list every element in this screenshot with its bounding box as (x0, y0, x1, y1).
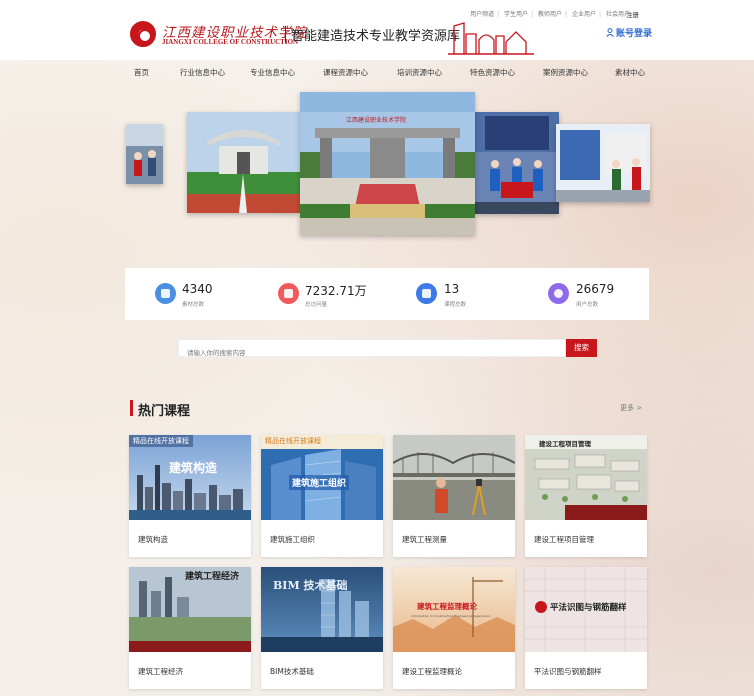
link-enterprise-user[interactable]: 企业用户 (572, 9, 596, 18)
stat-courses-label: 课程总数 (444, 302, 467, 308)
course-thumbnail: 精品在线开放课程 建筑构造 (129, 435, 251, 520)
nav-training-resources[interactable]: 培训资源中心 (397, 67, 442, 78)
user-channel-links: 用户频道 | 学生用户 | 教师用户 | 企业用户 | 社会用户 | (470, 9, 635, 18)
course-card-building-construction[interactable]: 精品在线开放课程 建筑构造 建筑构造 (129, 435, 251, 557)
course-thumbnail: 建筑工程经济 (129, 567, 251, 652)
course-thumb-title: 建筑构造 (169, 461, 218, 475)
course-name: 建设工程项目管理 (534, 535, 594, 544)
nav-industry-info[interactable]: 行业信息中心 (180, 67, 225, 78)
course-thumb-title: BIM 技术基础 (273, 579, 348, 592)
carousel-slide-stadium[interactable] (187, 112, 300, 213)
nav-home[interactable]: 首页 (134, 67, 149, 78)
course-thumbnail: 平法识图与钢筋翻样 (525, 567, 647, 652)
user-icon (606, 28, 614, 37)
carousel-slide-campus-gate[interactable]: 江西建设职业技术学院 (300, 92, 475, 235)
school-name-en: JIANGXI COLLEGE OF CONSTRUCTION (162, 38, 299, 46)
search-input[interactable] (179, 345, 565, 361)
course-thumb-title: 建筑工程经济 (185, 572, 240, 582)
banner-carousel[interactable]: 江西建设职业技术学院 (0, 90, 754, 240)
more-courses-link[interactable]: 更多 > (620, 403, 642, 413)
course-name: 建筑施工组织 (270, 535, 315, 544)
course-name: 平法识图与钢筋翻样 (534, 667, 602, 676)
stat-courses: 13 课程总数 (416, 268, 516, 320)
course-name: 建设工程监理概论 (402, 667, 462, 676)
course-card-surveying[interactable]: 建筑工程测量 (393, 435, 515, 557)
stat-visits: 7232.71万 总访问量 (278, 268, 398, 320)
course-name: 建筑工程测量 (402, 535, 447, 544)
course-thumb-title: 建设工程项目管理 (539, 440, 591, 448)
course-card-engineering-economics[interactable]: 建筑工程经济 建筑工程经济 (129, 567, 251, 689)
course-name: 建筑构造 (138, 535, 168, 544)
main-nav: 首页 行业信息中心 专业信息中心 课程资源中心 培训资源中心 特色资源中心 案例… (0, 60, 754, 82)
materials-icon (155, 283, 176, 304)
building-outline-icon (448, 22, 534, 55)
course-name: 建筑工程经济 (138, 667, 183, 676)
course-thumbnail: 建设工程项目管理 (525, 435, 647, 520)
stat-users-label: 用户总数 (576, 302, 599, 308)
stats-panel: 4340 素材总数 7232.71万 总访问量 13 课程总数 26679 用户… (125, 268, 649, 320)
stat-users-value: 26679 (576, 282, 615, 296)
account-login-button[interactable]: 账号登录 (606, 26, 652, 39)
course-thumb-title: 建筑工程监理概论 (417, 602, 477, 611)
link-teacher-user[interactable]: 教师用户 (538, 9, 562, 18)
nav-case-resources[interactable]: 案例资源中心 (543, 67, 588, 78)
login-label: 账号登录 (616, 29, 653, 39)
school-emblem-logo[interactable] (130, 21, 156, 47)
search-button[interactable]: 搜索 (566, 339, 597, 357)
course-thumbnail: 建筑工程监理概论 Introduction to Construction En… (393, 567, 515, 652)
stat-users: 26679 用户总数 (548, 268, 648, 320)
course-thumb-title: 平法识图与钢筋翻样 (550, 603, 627, 613)
course-card-rebar-drawing[interactable]: 平法识图与钢筋翻样 平法识图与钢筋翻样 (525, 567, 647, 689)
course-card-project-management[interactable]: 建设工程项目管理 建设工程项目管理 (525, 435, 647, 557)
course-thumb-subtitle: Introduction to Construction Engineering… (411, 614, 491, 618)
stat-courses-value: 13 (444, 282, 460, 296)
course-card-construction-organization[interactable]: 精品在线开放课程 建筑施工组织 建筑施工组织 (261, 435, 383, 557)
course-card-bim-basics[interactable]: BIM 技术基础 BIM技术基础 (261, 567, 383, 689)
course-thumb-title: 建筑施工组织 (289, 475, 350, 490)
carousel-slide-far-left[interactable] (126, 124, 163, 184)
stat-materials: 4340 素材总数 (155, 268, 275, 320)
link-user-channel[interactable]: 用户频道 (470, 9, 494, 18)
campus-gate-banner-text: 江西建设职业技术学院 (346, 117, 407, 124)
nav-featured-resources[interactable]: 特色资源中心 (470, 67, 515, 78)
nav-material-center[interactable]: 素材中心 (615, 67, 645, 78)
site-title: 智能建造技术专业教学资源库 (291, 29, 461, 44)
course-badge: 精品在线开放课程 (265, 437, 321, 445)
course-thumbnail: 精品在线开放课程 建筑施工组织 (261, 435, 383, 520)
courses-icon (416, 283, 437, 304)
stat-materials-value: 4340 (182, 282, 213, 296)
users-icon (548, 283, 569, 304)
stat-visits-value: 7232.71万 (305, 284, 367, 298)
section-accent-bar (130, 400, 133, 416)
carousel-slide-exhibition[interactable] (556, 124, 650, 202)
stat-visits-label: 总访问量 (305, 302, 328, 308)
register-link[interactable]: 注册 (626, 9, 639, 19)
stat-materials-label: 素材总数 (182, 302, 205, 308)
link-student-user[interactable]: 学生用户 (504, 9, 528, 18)
site-header: 用户频道 | 学生用户 | 教师用户 | 企业用户 | 社会用户 | 注册 江西建设职业技… (0, 0, 754, 60)
hot-courses-title: 热门课程 (138, 404, 191, 419)
course-name: BIM技术基础 (270, 667, 314, 676)
course-card-supervision-intro[interactable]: 建筑工程监理概论 Introduction to Construction En… (393, 567, 515, 689)
visits-chart-icon (278, 283, 299, 304)
course-thumbnail (393, 435, 515, 520)
course-badge: 精品在线开放课程 (129, 435, 193, 447)
search-box (178, 339, 566, 361)
nav-course-resources[interactable]: 课程资源中心 (323, 67, 368, 78)
course-thumbnail: BIM 技术基础 (261, 567, 383, 652)
carousel-slide-award[interactable] (475, 112, 559, 214)
title-divider (285, 26, 286, 43)
nav-major-info[interactable]: 专业信息中心 (250, 67, 295, 78)
